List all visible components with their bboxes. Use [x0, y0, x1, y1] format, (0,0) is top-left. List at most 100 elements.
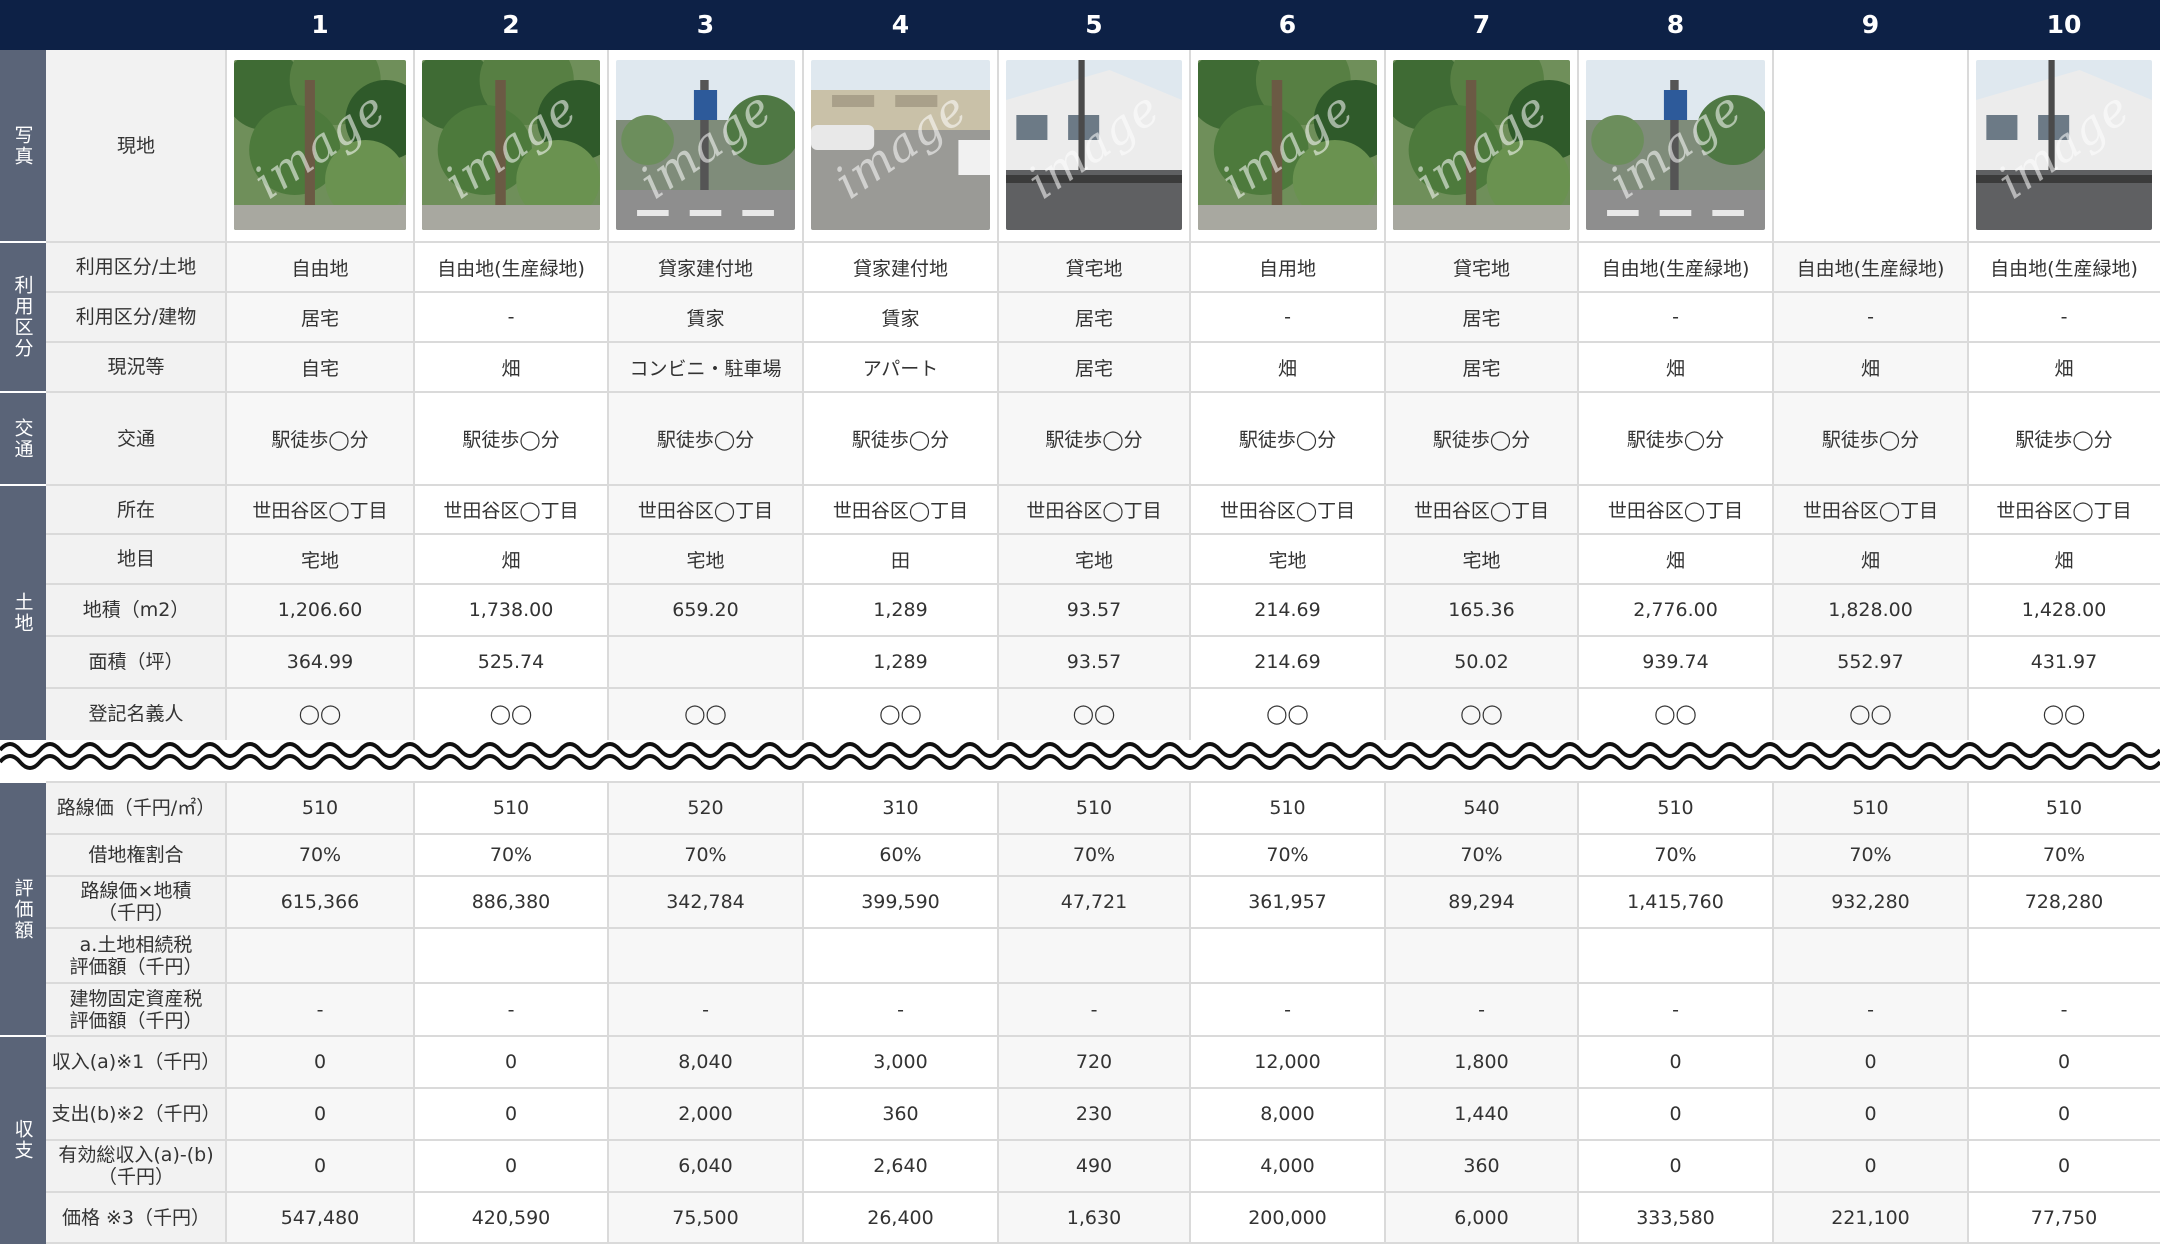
table-cell: 駅徒歩◯分 [1238, 429, 1337, 451]
table-cell: 214.69 [1254, 651, 1321, 673]
table-cell: 70% [1072, 844, 1116, 866]
table-cell: 世田谷区◯丁目 [637, 500, 774, 522]
table-cell: - [1672, 306, 1679, 328]
table-cell: 居宅 [1074, 307, 1113, 330]
table-cell: 399,590 [861, 891, 940, 913]
table-cell: 70% [2042, 844, 2086, 866]
table-cell: 世田谷区◯丁目 [1026, 500, 1162, 522]
table-cell: 6,000 [1454, 1207, 1509, 1229]
table-cell: 659.20 [672, 599, 739, 621]
watermark-text: image [629, 80, 782, 210]
table-cell: 自由地(生産緑地) [1796, 257, 1945, 280]
table-cell: - [1284, 306, 1291, 328]
site-photo-10: image [1976, 60, 2152, 230]
watermark-text: image [1211, 80, 1364, 210]
wavy-break-divider [0, 742, 2160, 770]
table-cell: 畑 [1665, 357, 1685, 380]
table-cell: 駅徒歩◯分 [2015, 429, 2113, 451]
column-number-8: 8 [1666, 10, 1685, 39]
table-cell: 畑 [1860, 549, 1880, 572]
table-cell: 552.97 [1837, 651, 1904, 673]
row-label: 地目 [116, 548, 155, 570]
table-cell: 360 [1463, 1155, 1500, 1177]
table-cell: 431.97 [2030, 651, 2098, 673]
group-label-1: 写真 [0, 50, 46, 242]
image-watermark: image [1586, 60, 1765, 230]
table-cell: - [2060, 998, 2068, 1021]
group-label-text: 交通 [11, 417, 34, 460]
row-label: a.土地相続税 評価額（千円） [69, 933, 203, 978]
table-cell: 駅徒歩◯分 [1045, 429, 1143, 451]
table-cell: 田 [890, 549, 910, 572]
table-cell: 540 [1463, 797, 1500, 819]
site-photo-6: image [1198, 60, 1377, 230]
table-cell: 12,000 [1254, 1051, 1321, 1073]
table-cell: 93.57 [1066, 651, 1122, 673]
table-cell: 宅地 [1268, 549, 1307, 572]
table-cell: 70% [684, 844, 727, 866]
table-cell: 0 [504, 1155, 518, 1177]
table-cell: 貸宅地 [1452, 257, 1510, 280]
table-cell: 0 [2057, 1155, 2071, 1177]
table-cell: 360 [882, 1103, 919, 1125]
group-label-2: 利用区分 [0, 242, 46, 392]
table-cell: 1,440 [1454, 1103, 1509, 1125]
table-cell [1190, 928, 1385, 983]
table-cell: 221,100 [1831, 1207, 1910, 1229]
table-cell: 居宅 [300, 307, 339, 330]
table-cell: 畑 [1665, 549, 1685, 572]
table-cell: 世田谷区◯丁目 [1607, 500, 1744, 522]
table-cell: 720 [1075, 1051, 1113, 1073]
table-cell: 自用地 [1258, 257, 1316, 280]
table-cell: 自由地(生産緑地) [437, 257, 585, 280]
table-cell: 駅徒歩◯分 [462, 429, 560, 451]
site-photo-7: image [1393, 60, 1570, 230]
table-cell: 8,000 [1260, 1103, 1315, 1125]
table-cell [414, 928, 608, 983]
table-cell: 1,289 [873, 651, 928, 673]
table-cell: 宅地 [686, 549, 725, 572]
table-cell: 1,428.00 [2021, 599, 2107, 621]
table-cell [1968, 928, 2160, 983]
column-number-4: 4 [891, 10, 910, 39]
table-cell: 宅地 [1074, 549, 1113, 572]
table-cell: 0 [2057, 1103, 2071, 1125]
table-cell: 230 [1075, 1103, 1113, 1125]
table-cell: 510 [1269, 797, 1306, 819]
table-cell: 駅徒歩◯分 [1432, 429, 1531, 451]
table-cell: 0 [313, 1103, 327, 1125]
row-label: 現況等 [107, 356, 165, 378]
row-label: 現地 [116, 135, 155, 157]
table-cell: 165.36 [1448, 599, 1515, 621]
group-divider [0, 1035, 46, 1037]
table-cell: - [897, 998, 904, 1021]
group-label-text: 写真 [11, 125, 34, 167]
row-label: 面積（坪） [88, 651, 184, 673]
table-cell: 26,400 [867, 1207, 934, 1229]
table-cell: 駅徒歩◯分 [851, 429, 950, 451]
row-label: 交通 [116, 427, 155, 450]
table-cell: - [507, 306, 515, 328]
table-cell: 0 [1864, 1155, 1877, 1177]
table-cell: 932,280 [1831, 891, 1910, 913]
table-cell: 畑 [2054, 357, 2074, 380]
table-cell: 2,000 [678, 1103, 733, 1125]
table-cell [608, 928, 803, 983]
table-cell: 賃家 [686, 307, 725, 330]
table-cell: 70% [1654, 844, 1697, 866]
table-cell: 6,040 [678, 1155, 733, 1177]
table-cell: 510 [492, 797, 530, 819]
group-label-4: 土地 [0, 485, 46, 740]
image-watermark: image [1006, 60, 1182, 230]
site-photo-5: image [1006, 60, 1182, 230]
table-cell: 70% [489, 844, 533, 866]
table-cell: 615,366 [280, 891, 360, 913]
table-cell: 世田谷区◯丁目 [1996, 500, 2132, 522]
table-cell: 0 [2057, 1051, 2071, 1073]
table-cell: 世田谷区◯丁目 [443, 500, 579, 522]
table-cell: 364.99 [286, 651, 354, 673]
table-cell: 宅地 [1462, 549, 1501, 572]
table-cell: 駅徒歩◯分 [656, 429, 755, 451]
table-cell: 0 [1669, 1155, 1682, 1177]
table-cell: - [1867, 306, 1874, 328]
